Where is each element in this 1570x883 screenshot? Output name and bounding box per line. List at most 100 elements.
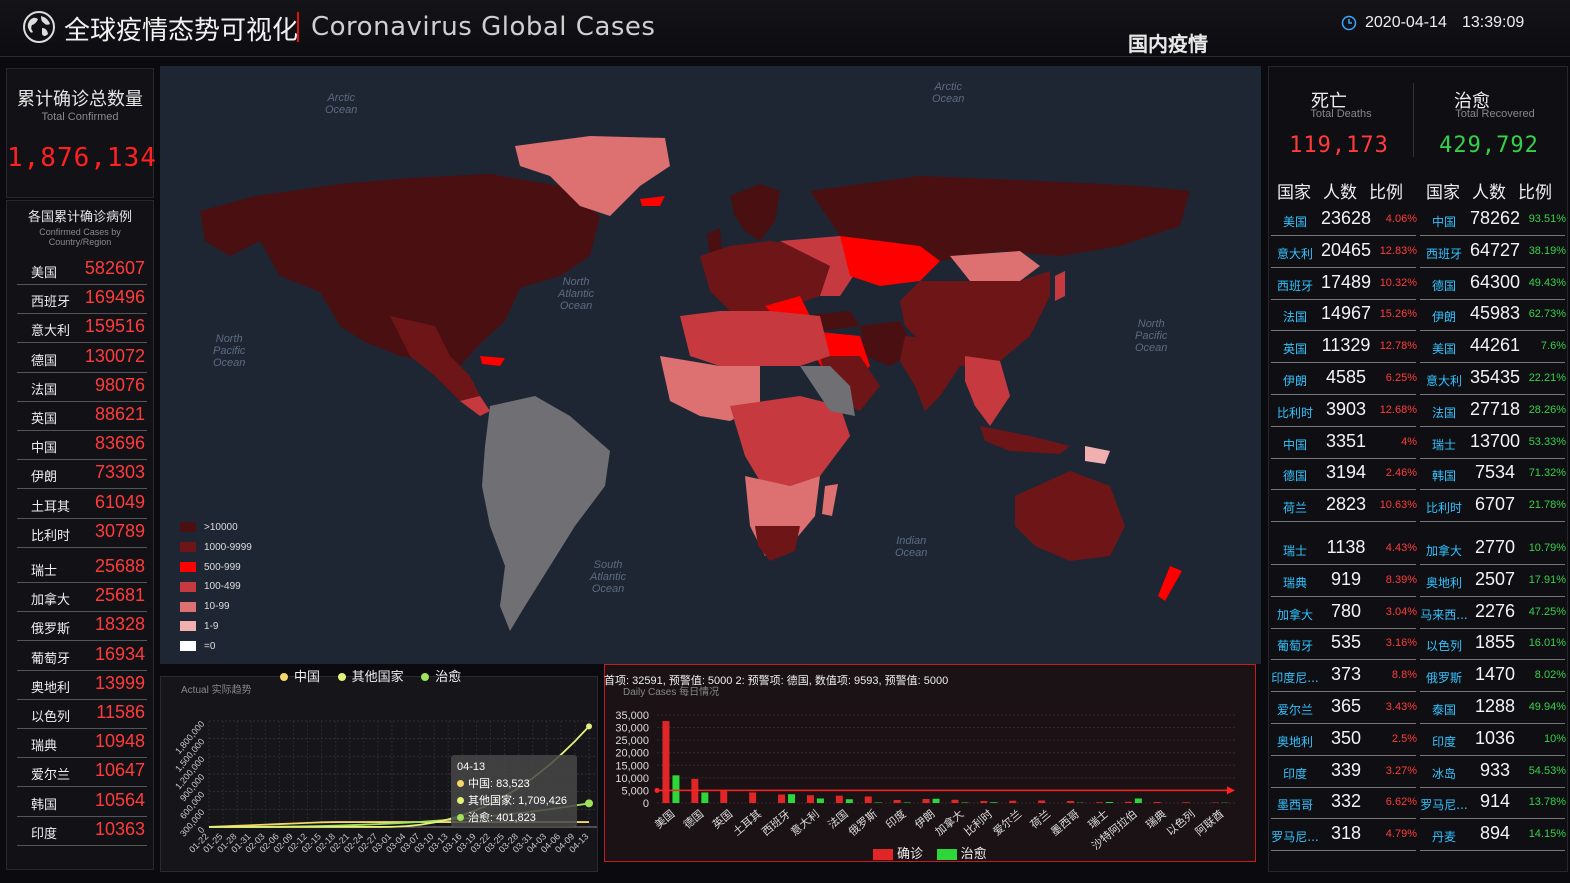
legend-label: =0 (204, 640, 216, 652)
deaths-row[interactable]: 荷兰 2823 10.63% (1271, 490, 1417, 523)
deaths-row[interactable]: 西班牙 17489 10.32% (1271, 268, 1417, 300)
total-confirmed-title: 累计确诊总数量 (17, 89, 143, 110)
deaths-row[interactable]: 瑞士 1138 4.43% (1271, 533, 1417, 565)
country-row[interactable]: 英国 88621 (17, 402, 147, 431)
deaths-row[interactable]: 德国 3194 2.46% (1271, 458, 1417, 491)
deaths-row[interactable]: 加拿大 780 3.04% (1271, 597, 1417, 629)
legend-label: 1000-9999 (204, 541, 252, 553)
deaths-row[interactable]: 伊朗 4585 6.25% (1271, 363, 1417, 395)
row-count: 365 (1330, 696, 1362, 716)
trend-legend: 中国 其他国家 治愈 (280, 666, 475, 684)
recovered-row[interactable]: 意大利 35435 22.21% (1420, 363, 1566, 395)
recovered-header-ratio: 比例 (1518, 183, 1552, 203)
country-row[interactable]: 法国 98076 (17, 373, 147, 402)
deaths-row[interactable]: 罗马尼... 318 4.79% (1271, 819, 1417, 852)
region-caribbean (480, 356, 505, 366)
map-legend-item[interactable]: 1-9 (180, 621, 218, 632)
deaths-row[interactable]: 中国 3351 4% (1271, 427, 1417, 459)
deaths-row[interactable]: 印度 339 3.27% (1271, 756, 1417, 788)
legend-label: 500-999 (204, 561, 241, 573)
country-name: 德国 (31, 353, 58, 369)
deaths-row[interactable]: 奥地利 350 2.5% (1271, 724, 1417, 756)
country-row[interactable]: 奥地利 13999 (17, 671, 147, 700)
recovered-row[interactable]: 德国 64300 49.43% (1420, 268, 1566, 300)
recovered-row[interactable]: 法国 27718 28.26% (1420, 395, 1566, 427)
recovered-row[interactable]: 印度 1036 10% (1420, 724, 1566, 756)
country-row[interactable]: 中国 83696 (17, 431, 147, 461)
region-indonesia (980, 426, 1070, 454)
country-row[interactable]: 意大利 159516 (17, 314, 147, 344)
deaths-row[interactable]: 墨西哥 332 6.62% (1271, 787, 1417, 820)
country-row[interactable]: 爱尔兰 10647 (17, 758, 147, 788)
row-country: 马来西... (1420, 607, 1468, 622)
recovered-row[interactable]: 冰岛 933 54.53% (1420, 756, 1566, 788)
deaths-row[interactable]: 法国 14967 15.26% (1271, 299, 1417, 332)
legend-china[interactable]: 中国 (280, 666, 320, 685)
recovered-row[interactable]: 俄罗斯 1470 8.02% (1420, 660, 1566, 693)
map-legend-item[interactable]: 1000-9999 (180, 542, 252, 553)
country-row[interactable]: 土耳其 61049 (17, 490, 147, 519)
country-row[interactable]: 伊朗 73303 (17, 460, 147, 490)
bar-confirmed (835, 795, 843, 803)
deaths-row[interactable]: 瑞典 919 8.39% (1271, 565, 1417, 597)
country-name: 以色列 (31, 710, 71, 725)
deaths-row[interactable]: 意大利 20465 12.83% (1271, 236, 1417, 268)
country-row[interactable]: 韩国 10564 (17, 788, 147, 817)
recovered-row[interactable]: 奥地利 2507 17.91% (1420, 565, 1566, 597)
row-country: 葡萄牙 (1276, 639, 1313, 654)
country-row[interactable]: 葡萄牙 16934 (17, 642, 147, 671)
world-map[interactable]: Arctic Ocean Arctic Ocean North Atlantic Oce… (160, 66, 1261, 664)
recovered-row[interactable]: 韩国 7534 71.32% (1420, 458, 1566, 491)
row-ratio: 2.46% (1385, 467, 1417, 480)
deaths-row[interactable]: 葡萄牙 535 3.16% (1271, 628, 1417, 661)
country-row[interactable]: 瑞典 10948 (17, 729, 147, 759)
deaths-row[interactable]: 爱尔兰 365 3.43% (1271, 692, 1417, 724)
country-row[interactable]: 比利时 30789 (17, 519, 147, 548)
country-row[interactable]: 俄罗斯 18328 (17, 612, 147, 642)
recovered-row[interactable]: 瑞士 13700 53.33% (1420, 427, 1566, 459)
legend-label-cured-daily[interactable]: 治愈 (961, 846, 987, 861)
deaths-row[interactable]: 印度尼... 373 8.8% (1271, 660, 1417, 693)
deaths-row[interactable]: 比利时 3903 12.68% (1271, 395, 1417, 427)
recovered-row[interactable]: 加拿大 2770 10.79% (1420, 533, 1566, 565)
row-country: 泰国 (1431, 703, 1456, 717)
row-ratio: 12.83% (1379, 244, 1417, 257)
recovered-row[interactable]: 以色列 1855 16.01% (1420, 628, 1566, 661)
country-row[interactable]: 以色列 11586 (17, 700, 147, 729)
daily-bar-chart[interactable]: 35,00030,00025,00020,00015,00010,0005,00… (605, 665, 1255, 861)
country-row[interactable]: 加拿大 25681 (17, 583, 147, 613)
recovered-row[interactable]: 中国 78262 93.51% (1420, 204, 1566, 236)
country-row[interactable]: 瑞士 25688 (17, 554, 147, 583)
legend-label-confirmed[interactable]: 确诊 (897, 846, 923, 861)
recovered-row[interactable]: 丹麦 894 14.15% (1420, 819, 1566, 852)
recovered-row[interactable]: 泰国 1288 49.94% (1420, 692, 1566, 724)
recovered-row[interactable]: 西班牙 64727 38.19% (1420, 236, 1566, 268)
row-count: 933 (1479, 759, 1511, 780)
country-row[interactable]: 美国 582607 (17, 256, 147, 285)
region-new-zealand (1158, 566, 1182, 601)
row-country: 意大利 (1425, 374, 1462, 388)
recovered-row[interactable]: 比利时 6707 21.78% (1420, 490, 1566, 523)
row-country: 法国 (1431, 405, 1456, 420)
map-legend-item[interactable]: 10-99 (180, 601, 230, 612)
recovered-row[interactable]: 罗马尼... 914 13.78% (1420, 787, 1566, 820)
map-legend-item[interactable]: 500-999 (180, 562, 241, 573)
legend-swatch (180, 621, 196, 632)
country-row[interactable]: 西班牙 169496 (17, 285, 147, 315)
deaths-row[interactable]: 美国 23628 4.06% (1271, 204, 1417, 236)
map-legend-item[interactable]: =0 (180, 641, 215, 652)
country-row[interactable]: 印度 10363 (17, 817, 147, 846)
row-count: 20465 (1321, 239, 1372, 260)
recovered-row[interactable]: 美国 44261 7.6% (1420, 331, 1566, 364)
domestic-link[interactable]: 国内疫情 (1128, 28, 1208, 57)
legend-others[interactable]: 其他国家 (337, 666, 404, 685)
map-legend-item[interactable]: >10000 (180, 522, 238, 533)
legend-cured[interactable]: 治愈 (421, 666, 461, 685)
region-png (1085, 446, 1110, 464)
map-legend-item[interactable]: 100-499 (180, 581, 241, 592)
recovered-row[interactable]: 伊朗 45983 62.73% (1420, 299, 1566, 332)
series-cured-point (585, 799, 593, 808)
deaths-row[interactable]: 英国 11329 12.78% (1271, 331, 1417, 364)
recovered-row[interactable]: 马来西... 2276 47.25% (1420, 597, 1566, 629)
country-row[interactable]: 德国 130072 (17, 344, 147, 373)
